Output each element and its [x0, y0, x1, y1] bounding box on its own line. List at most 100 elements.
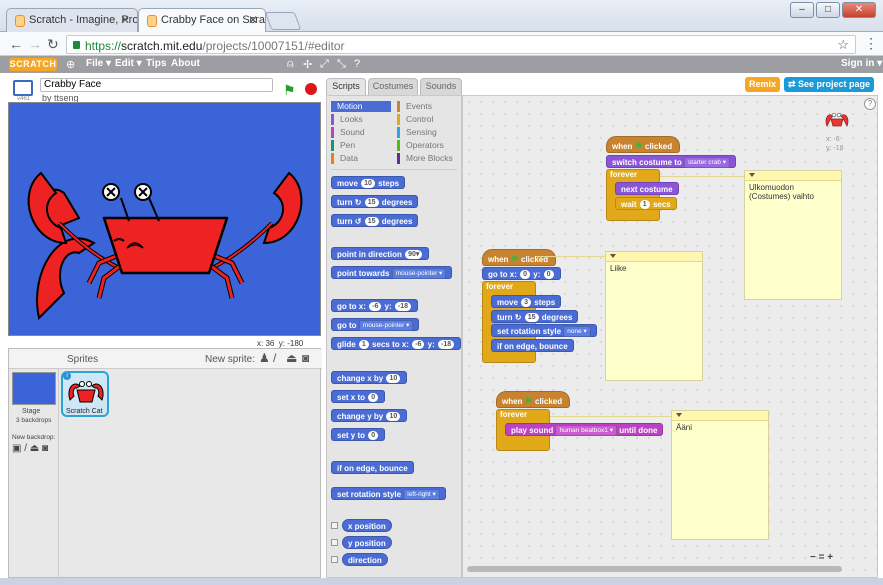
menu-edit[interactable]: Edit ▾ — [115, 58, 142, 69]
collapse-arrow-icon[interactable] — [749, 173, 755, 177]
block-turn-right[interactable]: turn ↻ 15 degrees — [331, 195, 419, 208]
block-if-on-edge-bounce[interactable]: if on edge, bounce — [331, 461, 414, 474]
when-flag-clicked-hat[interactable]: when ⚑ clicked — [606, 136, 680, 153]
comment-note[interactable]: Ulkomuodon (Costumes) vaihto — [744, 170, 842, 300]
block-change-y[interactable]: change y by 10 — [331, 409, 408, 422]
block-number-input[interactable]: 1 — [358, 340, 369, 350]
block-dropdown[interactable]: left-right ▾ — [403, 489, 440, 501]
when-flag-clicked-hat[interactable]: when ⚑ clicked — [496, 391, 570, 408]
block-number-input[interactable]: 10 — [361, 179, 375, 189]
block-point-in-direction[interactable]: point in direction 90▾ — [331, 247, 430, 260]
duplicate-stamp-icon[interactable]: ⍝ — [287, 58, 294, 71]
tab-crabby-face[interactable]: Crabby Face on Scratch ✕ — [138, 8, 266, 32]
tab-costumes[interactable]: Costumes — [368, 78, 418, 95]
stage-canvas[interactable] — [8, 102, 321, 336]
category-looks[interactable]: Looks — [331, 114, 391, 125]
new-tab-button[interactable] — [264, 12, 302, 30]
reporter-x-position[interactable]: x position — [342, 519, 392, 532]
camera-icon[interactable]: ◙ — [302, 351, 309, 365]
close-tab-icon[interactable]: ✕ — [248, 13, 258, 27]
block-move-steps[interactable]: move 10 steps — [331, 176, 406, 189]
y-position-checkbox[interactable] — [331, 539, 338, 546]
block-go-to-xy[interactable]: go to x: 0 y: 0 — [482, 267, 561, 280]
menu-file[interactable]: File ▾ — [86, 58, 111, 69]
block-number-input[interactable]: 1 — [639, 200, 650, 210]
bookmark-star-icon[interactable]: ☆ — [837, 37, 849, 53]
block-dropdown[interactable]: human beatbox1 ▾ — [555, 425, 617, 437]
block-set-rotation-style[interactable]: set rotation style left-right ▾ — [331, 487, 446, 501]
block-turn-right[interactable]: turn ↻ 15 degrees — [491, 310, 579, 323]
menu-tips[interactable]: Tips — [146, 58, 166, 69]
upload-icon[interactable]: ⏏ — [286, 351, 297, 365]
zoom-reset-icon[interactable]: = — [819, 552, 825, 563]
maximize-button[interactable]: □ — [816, 2, 840, 18]
grow-icon[interactable]: ⤢ — [320, 58, 329, 71]
category-control[interactable]: Control — [397, 114, 457, 125]
block-number-input[interactable]: 0 — [520, 270, 531, 280]
backdrop-tools-icon[interactable]: ▣ / ⏏ ◙ — [12, 443, 48, 454]
tab-scripts[interactable]: Scripts — [326, 78, 366, 95]
shrink-icon[interactable]: ⤡ — [337, 58, 346, 71]
block-number-input[interactable]: 0 — [368, 393, 379, 403]
block-number-input[interactable]: 15 — [364, 198, 379, 208]
tab-sounds[interactable]: Sounds — [420, 78, 462, 95]
cut-scissors-icon[interactable]: ✢ — [303, 58, 312, 71]
paint-brush-icon[interactable]: / — [273, 351, 276, 365]
reload-icon[interactable]: ↻ — [47, 36, 59, 53]
block-dropdown[interactable]: none ▾ — [563, 326, 591, 338]
block-point-towards[interactable]: point towards mouse-pointer ▾ — [331, 266, 453, 280]
comment-note[interactable]: Liike — [605, 251, 703, 381]
sprite-library-icon[interactable]: ♟ — [259, 351, 270, 365]
scratch-logo[interactable]: SCRATCH — [9, 58, 57, 71]
menu-about[interactable]: About — [171, 58, 200, 69]
block-number-input[interactable]: 3 — [521, 298, 532, 308]
block-if-on-edge-bounce[interactable]: if on edge, bounce — [491, 339, 574, 352]
block-number-input[interactable]: 90▾ — [405, 250, 423, 260]
category-sensing[interactable]: Sensing — [397, 127, 457, 138]
horizontal-scrollbar[interactable] — [467, 566, 842, 572]
reporter-direction[interactable]: direction — [342, 553, 388, 566]
block-set-y[interactable]: set y to 0 — [331, 428, 386, 441]
block-move-steps[interactable]: move 3 steps — [491, 295, 562, 308]
block-number-input[interactable]: 0 — [368, 431, 379, 441]
block-dropdown[interactable]: starter crab ▾ — [684, 157, 730, 169]
block-play-sound-until-done[interactable]: play sound human beatbox1 ▾ until done — [505, 423, 664, 437]
comment-note[interactable]: Ääni — [671, 410, 769, 540]
zoom-out-icon[interactable]: − — [810, 552, 816, 563]
block-number-input[interactable]: 0 — [543, 270, 554, 280]
category-data[interactable]: Data — [331, 153, 391, 164]
block-switch-costume[interactable]: switch costume to starter crab ▾ — [606, 155, 736, 169]
green-flag-icon[interactable]: ⚑ — [283, 82, 296, 99]
block-number-input[interactable]: -18 — [394, 302, 412, 312]
close-tab-icon[interactable]: ✕ — [120, 13, 130, 27]
block-number-input[interactable]: 15 — [524, 313, 539, 323]
fullscreen-stage-icon[interactable] — [13, 80, 33, 96]
tab-scratch-home[interactable]: Scratch - Imagine, Progr ✕ — [6, 8, 138, 32]
block-go-to-xy[interactable]: go to x: -6 y: -18 — [331, 299, 419, 312]
category-operators[interactable]: Operators — [397, 140, 457, 151]
collapse-arrow-icon[interactable] — [610, 254, 616, 258]
block-dropdown[interactable]: mouse-pointer ▾ — [358, 320, 414, 332]
globe-icon[interactable]: ⊕ — [66, 58, 75, 71]
forward-arrow-icon[interactable]: → — [28, 36, 42, 52]
close-window-button[interactable]: ✕ — [842, 2, 876, 18]
block-change-x[interactable]: change x by 10 — [331, 371, 408, 384]
direction-checkbox[interactable] — [331, 556, 338, 563]
block-glide[interactable]: glide 1 secs to x: -6 y: -18 — [331, 337, 462, 350]
block-number-input[interactable]: 15 — [364, 217, 379, 227]
block-number-input[interactable]: 10 — [386, 412, 401, 422]
stage-thumbnail[interactable] — [12, 372, 56, 405]
category-pen[interactable]: Pen — [331, 140, 391, 151]
scripts-area[interactable]: ? x: -6 y: -18 when ⚑ clicked switch cost… — [462, 95, 878, 578]
category-motion[interactable]: Motion — [331, 101, 391, 112]
remix-button[interactable]: Remix — [745, 77, 780, 92]
collapse-arrow-icon[interactable] — [676, 413, 682, 417]
sign-in-menu[interactable]: Sign in ▾ — [841, 58, 882, 69]
block-dropdown[interactable]: mouse-pointer ▾ — [391, 268, 447, 280]
block-number-input[interactable]: -18 — [438, 340, 455, 350]
block-turn-left[interactable]: turn ↺ 15 degrees — [331, 214, 419, 227]
category-sound[interactable]: Sound — [331, 127, 391, 138]
block-set-rotation-style[interactable]: set rotation style none ▾ — [491, 324, 597, 338]
block-go-to[interactable]: go to mouse-pointer ▾ — [331, 318, 420, 332]
block-wait-secs[interactable]: wait 1 secs — [615, 197, 677, 210]
